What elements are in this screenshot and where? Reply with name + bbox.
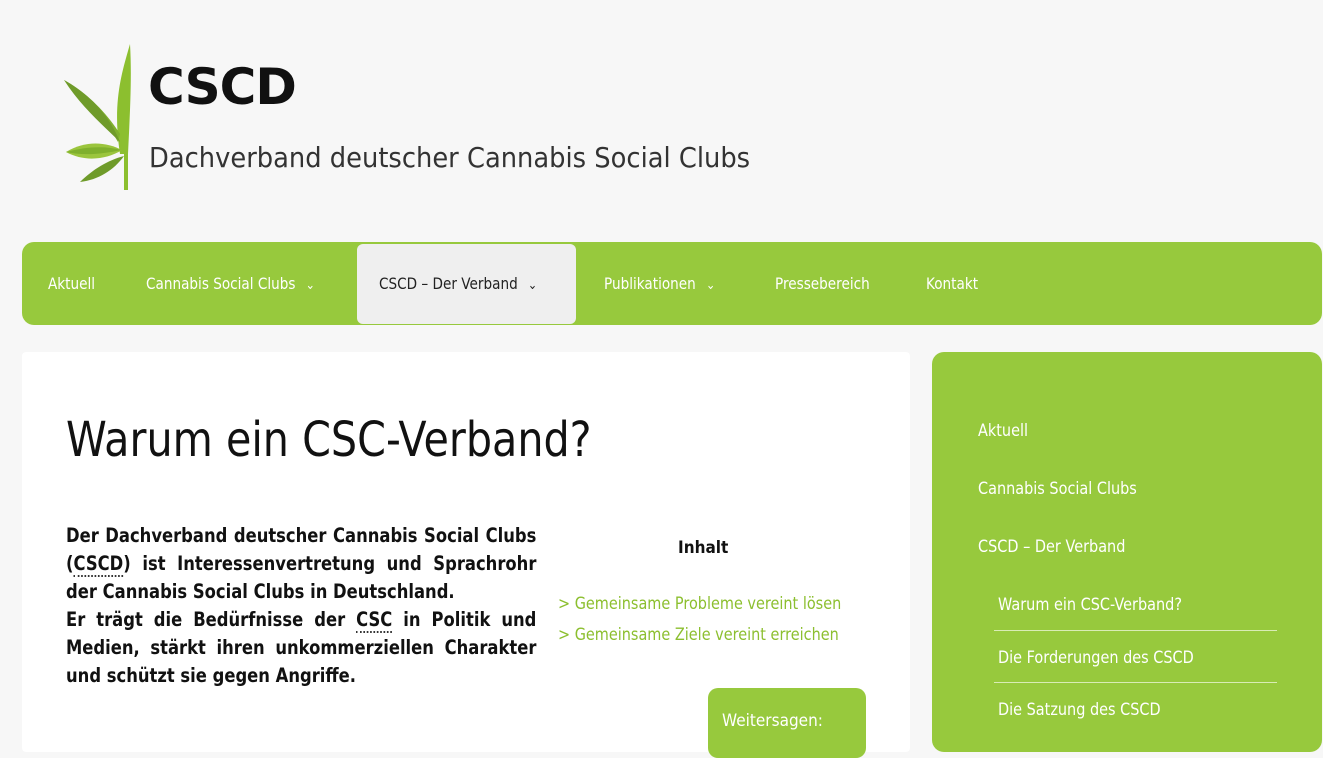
abbreviation-csc[interactable]: CSC: [356, 608, 392, 633]
nav-item-label: CSCD – Der Verband: [379, 274, 518, 293]
main-navigation: Aktuell Cannabis Social Clubs ⌄ CSCD – De…: [22, 242, 1322, 325]
sidebar-item-cannabis-social-clubs[interactable]: Cannabis Social Clubs: [978, 479, 1137, 499]
nav-item-label: Kontakt: [926, 274, 978, 293]
toc-link-ziele[interactable]: > Gemeinsame Ziele vereint erreichen: [558, 625, 839, 645]
nav-item-pressebereich[interactable]: Pressebereich: [775, 242, 870, 325]
nav-item-label: Publikationen: [604, 274, 696, 293]
share-button[interactable]: Weitersagen:: [708, 688, 866, 758]
nav-item-publikationen[interactable]: Publikationen ⌄: [604, 242, 715, 325]
nav-item-cscd-der-verband[interactable]: CSCD – Der Verband ⌄: [357, 244, 576, 324]
chevron-down-icon: ⌄: [528, 278, 537, 293]
toc-title: Inhalt: [678, 538, 728, 558]
abbreviation-cscd[interactable]: CSCD: [73, 552, 123, 577]
sidebar-subitem-forderungen[interactable]: Die Forderungen des CSCD: [998, 648, 1194, 668]
chevron-down-icon: ⌄: [306, 278, 315, 293]
nav-item-active-text: CSCD – Der Verband ⌄: [379, 242, 537, 325]
nav-item-label: Pressebereich: [775, 274, 870, 293]
nav-item-label: Aktuell: [48, 274, 95, 293]
sidebar-item-aktuell[interactable]: Aktuell: [978, 421, 1028, 441]
sidebar-subitem-warum[interactable]: Warum ein CSC-Verband?: [998, 595, 1182, 615]
site-tagline: Dachverband deutscher Cannabis Social Cl…: [149, 141, 750, 174]
sidebar-divider: [994, 682, 1277, 683]
page-title: Warum ein CSC-Verband?: [66, 412, 592, 468]
intro-text-part: ) ist Interessenvertretung und Sprachroh…: [66, 552, 536, 603]
nav-item-aktuell[interactable]: Aktuell: [48, 242, 95, 325]
cannabis-leaf-icon[interactable]: [62, 42, 134, 190]
share-button-label: Weitersagen:: [722, 711, 823, 731]
site-header: CSCD Dachverband deutscher Cannabis Soci…: [0, 0, 1323, 230]
sidebar-subitem-satzung[interactable]: Die Satzung des CSCD: [998, 700, 1161, 720]
nav-item-kontakt[interactable]: Kontakt: [926, 242, 978, 325]
chevron-down-icon: ⌄: [706, 278, 715, 293]
intro-text: Der Dachverband deutscher Cannabis Socia…: [66, 522, 536, 690]
nav-item-label: Cannabis Social Clubs: [146, 274, 295, 293]
site-title[interactable]: CSCD: [148, 62, 296, 112]
sidebar-divider: [994, 630, 1277, 631]
intro-text-part: Er trägt die Bedürfnisse der: [66, 608, 356, 631]
sidebar-item-cscd-der-verband[interactable]: CSCD – Der Verband: [978, 537, 1125, 557]
toc-link-probleme[interactable]: > Gemeinsame Probleme vereint lösen: [558, 594, 841, 614]
sidebar-navigation: Aktuell Cannabis Social Clubs CSCD – Der…: [932, 352, 1322, 752]
nav-item-cannabis-social-clubs[interactable]: Cannabis Social Clubs ⌄: [146, 242, 315, 325]
main-content: Warum ein CSC-Verband? Der Dachverband d…: [22, 352, 910, 752]
